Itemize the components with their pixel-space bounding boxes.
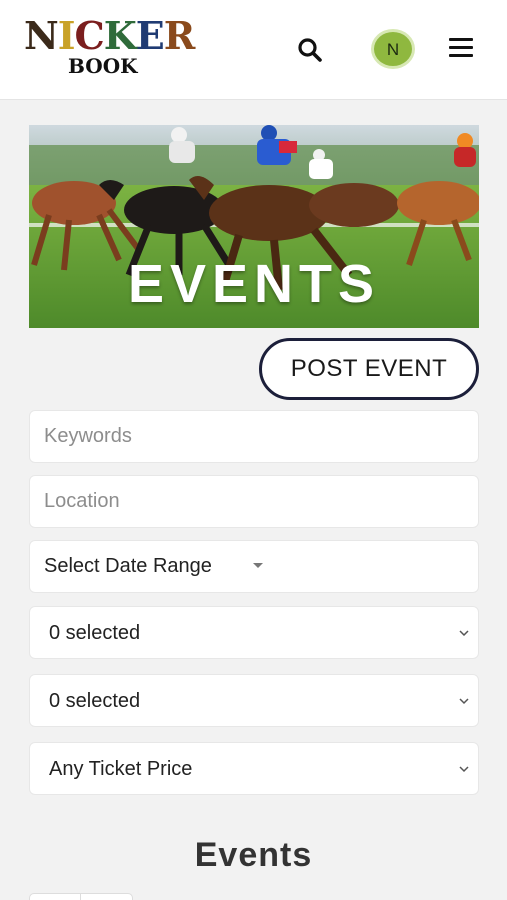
caret-down-icon	[253, 563, 263, 568]
nickerbook-logo[interactable]: NICKER BOOK	[20, 14, 195, 80]
hamburger-menu-icon[interactable]	[449, 38, 473, 60]
view-toggle-tabs[interactable]	[29, 893, 133, 900]
multi-select-2-value: 0 selected	[49, 690, 141, 712]
top-header: NICKER BOOK N	[0, 0, 507, 100]
search-icon[interactable]	[296, 36, 324, 64]
date-range-label: Select Date Range	[44, 555, 212, 577]
logo-wordmark-book: BOOK	[68, 54, 138, 78]
user-avatar[interactable]: N	[371, 29, 415, 69]
post-event-button[interactable]: POST EVENT	[259, 338, 479, 400]
multi-select-1-value: 0 selected	[49, 622, 141, 644]
keywords-placeholder: Keywords	[44, 425, 132, 447]
keywords-input[interactable]: Keywords	[29, 410, 479, 463]
multi-select-1[interactable]: 0 selected	[29, 606, 479, 659]
location-input[interactable]: Location	[29, 475, 479, 528]
multi-select-2[interactable]: 0 selected	[29, 674, 479, 727]
ticket-price-select[interactable]: Any Ticket Price	[29, 742, 479, 795]
logo-wordmark-nicker: NICKER	[24, 13, 195, 58]
banner-title: EVENTS	[127, 254, 381, 314]
date-range-dropdown[interactable]: Select Date Range	[29, 540, 479, 593]
chevron-down-icon	[459, 766, 469, 773]
chevron-down-icon	[459, 630, 469, 637]
events-banner: EVENTS	[29, 125, 479, 328]
chevron-down-icon	[459, 698, 469, 705]
location-placeholder: Location	[44, 490, 120, 512]
events-section-title: Events	[194, 836, 313, 874]
ticket-price-value: Any Ticket Price	[49, 758, 193, 780]
